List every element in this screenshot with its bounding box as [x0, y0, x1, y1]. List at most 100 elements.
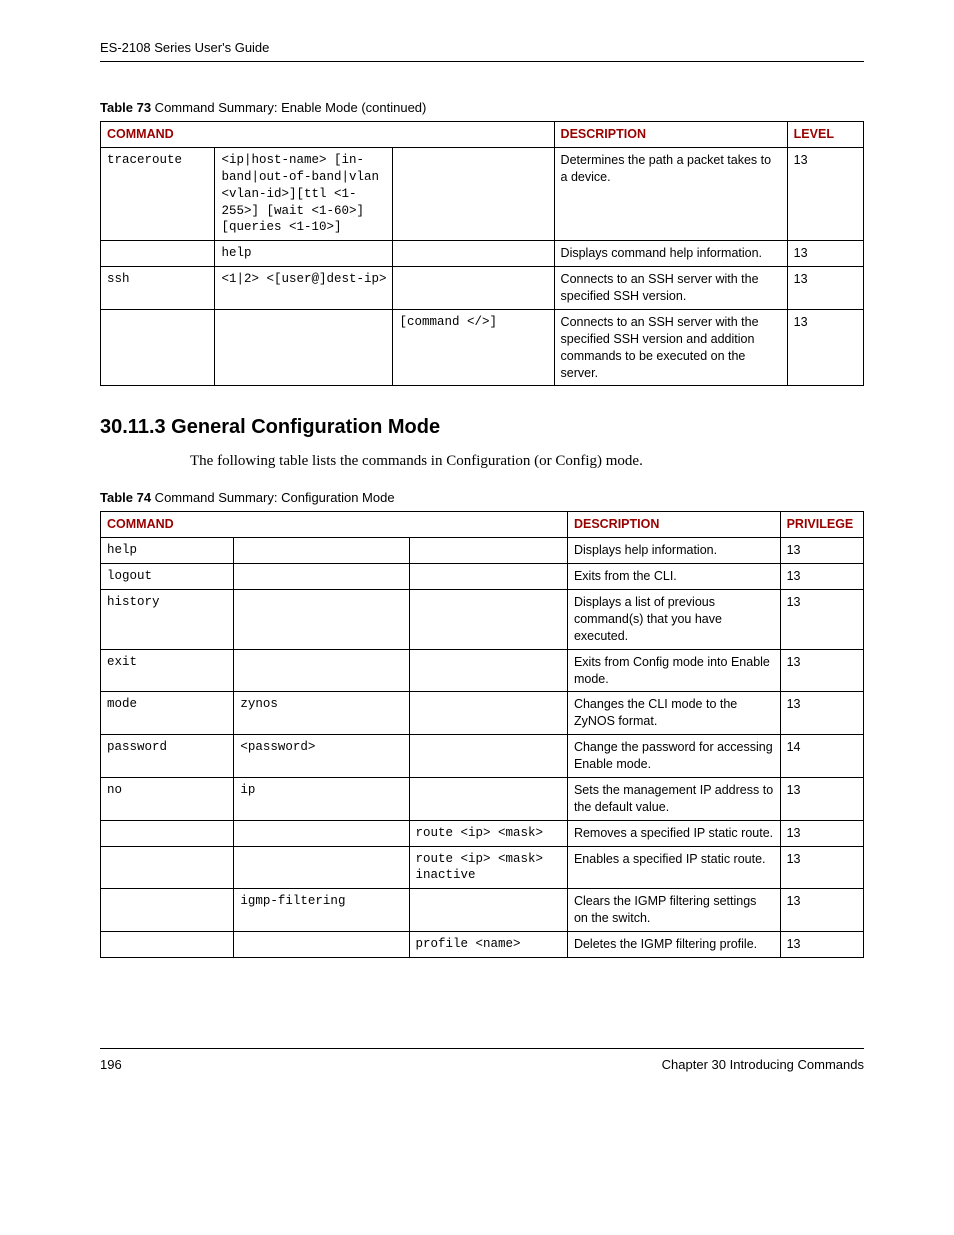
- table74-caption-bold: Table 74: [100, 490, 151, 505]
- section-intro: The following table lists the commands i…: [190, 453, 864, 470]
- command-cell: zynos: [234, 692, 409, 735]
- command-cell: [393, 147, 554, 240]
- command-cell: [215, 309, 393, 386]
- level-cell: 13: [787, 267, 863, 310]
- table-row: helpDisplays command help information.13: [101, 241, 864, 267]
- command-cell: [393, 267, 554, 310]
- command-cell: [234, 649, 409, 692]
- command-cell: [409, 889, 567, 932]
- description-cell: Connects to an SSH server with the speci…: [554, 309, 787, 386]
- level-cell: 13: [780, 889, 863, 932]
- description-cell: Deletes the IGMP filtering profile.: [567, 932, 780, 958]
- table-row: exitExits from Config mode into Enable m…: [101, 649, 864, 692]
- command-cell: traceroute: [101, 147, 215, 240]
- description-cell: Displays a list of previous command(s) t…: [567, 590, 780, 650]
- command-cell: <password>: [234, 735, 409, 778]
- level-cell: 13: [780, 846, 863, 889]
- description-cell: Exits from the CLI.: [567, 564, 780, 590]
- command-cell: [409, 590, 567, 650]
- command-cell: password: [101, 735, 234, 778]
- command-cell: [409, 735, 567, 778]
- table73: COMMAND DESCRIPTION LEVEL traceroute<ip|…: [100, 121, 864, 386]
- table-row: profile <name>Deletes the IGMP filtering…: [101, 932, 864, 958]
- table-row: route <ip> <mask> inactiveEnables a spec…: [101, 846, 864, 889]
- level-cell: 14: [780, 735, 863, 778]
- command-cell: [101, 932, 234, 958]
- table-row: route <ip> <mask>Removes a specified IP …: [101, 820, 864, 846]
- command-cell: history: [101, 590, 234, 650]
- table-row: [command </>]Connects to an SSH server w…: [101, 309, 864, 386]
- page-footer: 196 Chapter 30 Introducing Commands: [100, 1048, 864, 1072]
- command-cell: logout: [101, 564, 234, 590]
- table-row: help Displays help information.13: [101, 538, 864, 564]
- running-header: ES-2108 Series User's Guide: [100, 40, 864, 62]
- table73-caption: Table 73 Command Summary: Enable Mode (c…: [100, 100, 864, 115]
- command-cell: [234, 590, 409, 650]
- level-cell: 13: [780, 649, 863, 692]
- command-cell: help: [101, 538, 234, 564]
- table74-header-privilege: PRIVILEGE: [780, 512, 863, 538]
- command-cell: [101, 241, 215, 267]
- level-cell: 13: [780, 777, 863, 820]
- description-cell: Displays command help information.: [554, 241, 787, 267]
- command-cell: [409, 538, 567, 564]
- command-cell: <1|2> <[user@]dest-ip>: [215, 267, 393, 310]
- description-cell: Clears the IGMP filtering settings on th…: [567, 889, 780, 932]
- table74-header-description: DESCRIPTION: [567, 512, 780, 538]
- table-row: ssh<1|2> <[user@]dest-ip>Connects to an …: [101, 267, 864, 310]
- command-cell: [101, 846, 234, 889]
- level-cell: 13: [780, 590, 863, 650]
- command-cell: [409, 649, 567, 692]
- level-cell: 13: [787, 147, 863, 240]
- description-cell: Exits from Config mode into Enable mode.: [567, 649, 780, 692]
- command-cell: [393, 241, 554, 267]
- command-cell: [234, 538, 409, 564]
- level-cell: 13: [780, 932, 863, 958]
- level-cell: 13: [787, 309, 863, 386]
- table74: COMMAND DESCRIPTION PRIVILEGE help Displa…: [100, 511, 864, 958]
- command-cell: mode: [101, 692, 234, 735]
- command-cell: [101, 309, 215, 386]
- table73-header-command: COMMAND: [101, 122, 555, 148]
- level-cell: 13: [780, 564, 863, 590]
- level-cell: 13: [780, 820, 863, 846]
- table74-caption: Table 74 Command Summary: Configuration …: [100, 490, 864, 505]
- table73-caption-rest: Command Summary: Enable Mode (continued): [151, 100, 426, 115]
- command-cell: [234, 932, 409, 958]
- table-row: history Displays a list of previous comma…: [101, 590, 864, 650]
- command-cell: ip: [234, 777, 409, 820]
- command-cell: [409, 564, 567, 590]
- table73-caption-bold: Table 73: [100, 100, 151, 115]
- command-cell: no: [101, 777, 234, 820]
- command-cell: [234, 564, 409, 590]
- command-cell: [command </>]: [393, 309, 554, 386]
- command-cell: [234, 820, 409, 846]
- command-cell: route <ip> <mask> inactive: [409, 846, 567, 889]
- description-cell: Connects to an SSH server with the speci…: [554, 267, 787, 310]
- table73-header-description: DESCRIPTION: [554, 122, 787, 148]
- command-cell: [409, 692, 567, 735]
- table-row: igmp-filtering Clears the IGMP filtering …: [101, 889, 864, 932]
- command-cell: [101, 889, 234, 932]
- table74-caption-rest: Command Summary: Configuration Mode: [151, 490, 395, 505]
- table-row: modezynos Changes the CLI mode to the ZyN…: [101, 692, 864, 735]
- section-heading: 30.11.3 General Configuration Mode: [100, 416, 864, 439]
- page-number: 196: [100, 1057, 122, 1072]
- command-cell: [101, 820, 234, 846]
- command-cell: [409, 777, 567, 820]
- table-row: logout Exits from the CLI.13: [101, 564, 864, 590]
- description-cell: Changes the CLI mode to the ZyNOS format…: [567, 692, 780, 735]
- table-row: noip Sets the management IP address to th…: [101, 777, 864, 820]
- level-cell: 13: [787, 241, 863, 267]
- description-cell: Displays help information.: [567, 538, 780, 564]
- table-row: password<password>Change the password fo…: [101, 735, 864, 778]
- table-row: traceroute<ip|host-name> [in-band|out-of…: [101, 147, 864, 240]
- command-cell: route <ip> <mask>: [409, 820, 567, 846]
- level-cell: 13: [780, 538, 863, 564]
- description-cell: Removes a specified IP static route.: [567, 820, 780, 846]
- description-cell: Determines the path a packet takes to a …: [554, 147, 787, 240]
- table74-header-command: COMMAND: [101, 512, 568, 538]
- description-cell: Enables a specified IP static route.: [567, 846, 780, 889]
- command-cell: igmp-filtering: [234, 889, 409, 932]
- description-cell: Sets the management IP address to the de…: [567, 777, 780, 820]
